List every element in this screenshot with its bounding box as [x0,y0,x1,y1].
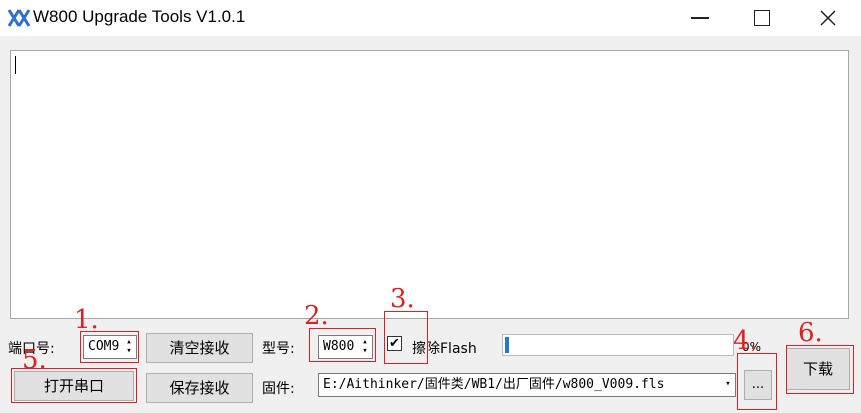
maximize-icon [754,10,770,26]
annotation-number-4: 4. [733,326,758,356]
window-title: W800 Upgrade Tools V1.0.1 [33,7,246,26]
minimize-icon [691,17,709,19]
annotation-box-3 [384,311,428,364]
annotation-box-4 [737,353,777,410]
text-caret [15,56,16,74]
annotation-number-2: 2. [304,301,329,331]
annotation-box-6 [786,345,854,394]
title-bar: W800 Upgrade Tools V1.0.1 [0,0,861,36]
annotation-number-1: 1. [74,305,99,335]
firmware-label: 固件: [262,381,295,397]
chevron-down-icon: ▾ [725,379,731,389]
save-receive-button[interactable]: 保存接收 [146,373,253,403]
model-label: 型号: [262,341,295,357]
firmware-path-select[interactable]: E:/Aithinker/固件类/WB1/出厂固件/w800_V009.fls … [318,373,736,397]
clear-receive-button[interactable]: 清空接收 [146,333,253,363]
annotation-box-2 [309,328,376,362]
annotation-number-6: 6. [798,318,823,348]
maximize-button[interactable] [739,0,785,36]
close-button[interactable] [805,0,851,36]
firmware-path: E:/Aithinker/固件类/WB1/出厂固件/w800_V009.fls [323,377,665,392]
annotation-box-1 [80,331,139,363]
download-progress-bar [502,334,734,356]
minimize-button[interactable] [677,0,723,36]
annotation-number-5: 5. [22,345,47,375]
annotation-number-3: 3. [390,284,415,314]
progress-fill [505,337,509,353]
app-logo-icon [7,9,31,27]
receive-output-area[interactable] [10,50,849,319]
close-icon [820,10,836,26]
